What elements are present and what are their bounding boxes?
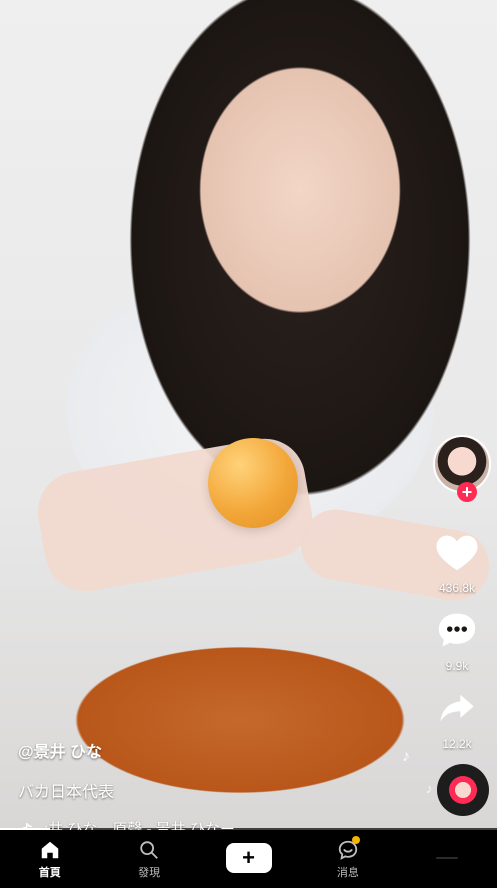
nav-home-label: 首頁 <box>38 867 61 879</box>
follow-button[interactable]: + <box>457 482 477 502</box>
like-count: 436.8k <box>438 581 476 595</box>
music-note-icon: ♪ <box>402 748 410 765</box>
share-icon <box>440 694 474 722</box>
home-icon <box>41 841 58 859</box>
nav-create[interactable]: + <box>199 830 298 888</box>
music-note-icon: ♪ <box>426 781 433 796</box>
bottom-nav: 首頁 發現 + 消息 <box>0 830 497 888</box>
nav-inbox-label: 消息 <box>336 867 359 879</box>
nav-inbox[interactable]: 消息 <box>298 830 397 888</box>
video-caption: @景井 ひな バカ日本代表 :井 ひな 原聲 - 景井 ひなー <box>18 738 398 839</box>
nav-discover-label: 發現 <box>138 867 161 879</box>
create-button[interactable]: + <box>222 843 275 873</box>
share-count: 12.2k <box>442 737 472 751</box>
share-button[interactable]: 12.2k <box>427 688 487 751</box>
comment-count: 9.9k <box>445 659 469 673</box>
plus-icon: + <box>242 845 255 870</box>
video-background[interactable] <box>0 0 497 828</box>
search-icon <box>140 841 159 859</box>
heart-icon <box>436 535 478 571</box>
comment-icon <box>438 613 476 647</box>
music-disc[interactable] <box>437 764 489 816</box>
nav-profile[interactable] <box>398 830 497 888</box>
creator-username[interactable]: @景井 ひな <box>18 738 398 762</box>
music-disc-cover <box>449 776 477 804</box>
nav-discover[interactable]: 發現 <box>99 830 198 888</box>
like-button[interactable]: 436.8k <box>427 532 487 595</box>
nav-home[interactable]: 首頁 <box>0 830 99 888</box>
notification-dot <box>352 836 360 844</box>
comment-button[interactable]: 9.9k <box>427 610 487 673</box>
ball <box>208 438 298 528</box>
profile-placeholder <box>436 857 459 859</box>
video-description: バカ日本代表 <box>18 784 115 801</box>
